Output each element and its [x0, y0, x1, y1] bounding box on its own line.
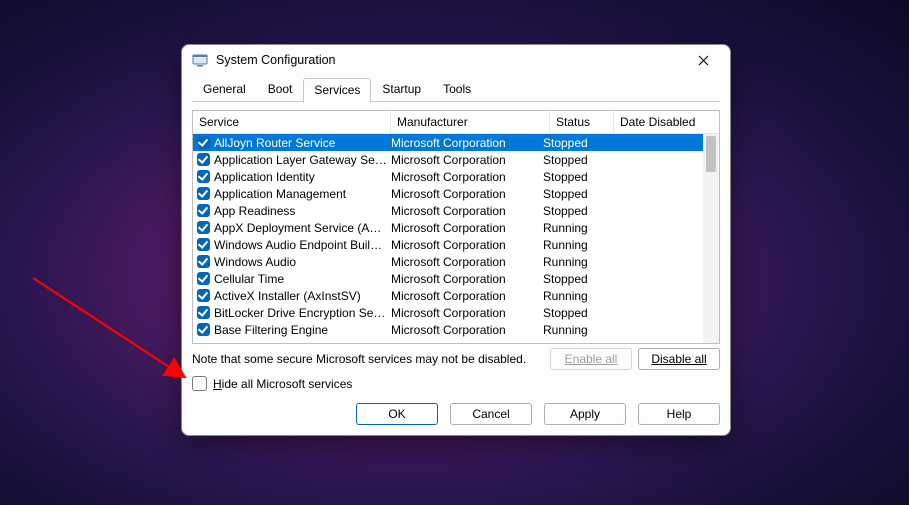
tab-services[interactable]: Services [303, 78, 371, 103]
apply-button[interactable]: Apply [544, 403, 626, 425]
service-manufacturer: Microsoft Corporation [391, 187, 543, 201]
service-manufacturer: Microsoft Corporation [391, 136, 543, 150]
annotation-arrow [25, 270, 205, 390]
enable-all-button[interactable]: Enable all [550, 348, 632, 370]
service-manufacturer: Microsoft Corporation [391, 170, 543, 184]
tab-content: Service Manufacturer Status Date Disable… [182, 102, 730, 397]
close-icon [698, 55, 709, 66]
service-status: Stopped [543, 204, 600, 218]
hide-ms-services-checkbox[interactable] [192, 376, 207, 391]
service-status: Stopped [543, 306, 600, 320]
service-name: AppX Deployment Service (AppX... [214, 221, 391, 235]
services-list: Service Manufacturer Status Date Disable… [192, 110, 720, 344]
service-manufacturer: Microsoft Corporation [391, 153, 543, 167]
service-checkbox[interactable] [197, 272, 210, 285]
service-status: Running [543, 323, 600, 337]
service-status: Running [543, 289, 600, 303]
service-name: Application Layer Gateway Service [214, 153, 391, 167]
service-status: Running [543, 255, 600, 269]
service-checkbox[interactable] [197, 306, 210, 319]
service-row[interactable]: Base Filtering EngineMicrosoft Corporati… [193, 321, 719, 338]
col-header-service[interactable]: Service [193, 111, 391, 133]
disable-all-button[interactable]: Disable all [638, 348, 720, 370]
service-name: App Readiness [214, 204, 391, 218]
service-row[interactable]: AppX Deployment Service (AppX...Microsof… [193, 219, 719, 236]
service-manufacturer: Microsoft Corporation [391, 221, 543, 235]
window-title: System Configuration [216, 53, 682, 67]
col-header-manufacturer[interactable]: Manufacturer [391, 111, 550, 133]
service-status: Running [543, 238, 600, 252]
service-status: Stopped [543, 272, 600, 286]
service-checkbox[interactable] [197, 170, 210, 183]
service-manufacturer: Microsoft Corporation [391, 238, 543, 252]
service-name: BitLocker Drive Encryption Service [214, 306, 391, 320]
service-row[interactable]: Cellular TimeMicrosoft CorporationStoppe… [193, 270, 719, 287]
ok-button[interactable]: OK [356, 403, 438, 425]
service-row[interactable]: BitLocker Drive Encryption ServiceMicros… [193, 304, 719, 321]
service-status: Stopped [543, 153, 600, 167]
service-status: Stopped [543, 170, 600, 184]
service-name: ActiveX Installer (AxInstSV) [214, 289, 391, 303]
system-configuration-dialog: System Configuration General Boot Servic… [181, 44, 731, 436]
service-manufacturer: Microsoft Corporation [391, 289, 543, 303]
below-list-row: Note that some secure Microsoft services… [192, 348, 720, 370]
hide-ms-services-row: Hide all Microsoft services [192, 376, 720, 391]
dialog-button-row: OK Cancel Apply Help [182, 397, 730, 435]
service-manufacturer: Microsoft Corporation [391, 306, 543, 320]
service-checkbox[interactable] [197, 238, 210, 251]
service-name: Cellular Time [214, 272, 391, 286]
col-header-date-disabled[interactable]: Date Disabled [614, 111, 719, 133]
service-checkbox[interactable] [197, 187, 210, 200]
service-checkbox[interactable] [197, 289, 210, 302]
service-status: Stopped [543, 187, 600, 201]
service-status: Stopped [543, 136, 600, 150]
service-name: Application Identity [214, 170, 391, 184]
tab-strip: General Boot Services Startup Tools [182, 77, 730, 102]
service-manufacturer: Microsoft Corporation [391, 204, 543, 218]
service-checkbox[interactable] [197, 153, 210, 166]
tab-boot[interactable]: Boot [257, 77, 304, 102]
scrollbar-thumb[interactable] [706, 136, 716, 172]
service-manufacturer: Microsoft Corporation [391, 255, 543, 269]
disabled-services-note: Note that some secure Microsoft services… [192, 352, 544, 366]
service-row[interactable]: Windows AudioMicrosoft CorporationRunnin… [193, 253, 719, 270]
service-name: AllJoyn Router Service [214, 136, 391, 150]
list-header: Service Manufacturer Status Date Disable… [193, 111, 719, 134]
service-name: Windows Audio [214, 255, 391, 269]
close-button[interactable] [682, 46, 724, 74]
service-checkbox[interactable] [197, 323, 210, 336]
service-row[interactable]: Application IdentityMicrosoft Corporatio… [193, 168, 719, 185]
service-checkbox[interactable] [197, 204, 210, 217]
col-header-status[interactable]: Status [550, 111, 614, 133]
tab-tools[interactable]: Tools [432, 77, 482, 102]
service-manufacturer: Microsoft Corporation [391, 323, 543, 337]
service-row[interactable]: App ReadinessMicrosoft CorporationStoppe… [193, 202, 719, 219]
tab-general[interactable]: General [192, 77, 257, 102]
service-name: Application Management [214, 187, 391, 201]
help-button[interactable]: Help [638, 403, 720, 425]
vertical-scrollbar[interactable] [703, 134, 719, 343]
app-icon [192, 52, 208, 68]
service-manufacturer: Microsoft Corporation [391, 272, 543, 286]
service-row[interactable]: AllJoyn Router ServiceMicrosoft Corporat… [193, 134, 719, 151]
service-row[interactable]: Application Layer Gateway ServiceMicroso… [193, 151, 719, 168]
tab-startup[interactable]: Startup [371, 77, 432, 102]
service-row[interactable]: Windows Audio Endpoint BuilderMicrosoft … [193, 236, 719, 253]
service-row[interactable]: Application ManagementMicrosoft Corporat… [193, 185, 719, 202]
cancel-button[interactable]: Cancel [450, 403, 532, 425]
service-status: Running [543, 221, 600, 235]
list-body[interactable]: AllJoyn Router ServiceMicrosoft Corporat… [193, 134, 719, 343]
hide-ms-services-label: Hide all Microsoft services [213, 377, 352, 391]
service-checkbox[interactable] [197, 136, 210, 149]
titlebar: System Configuration [182, 45, 730, 75]
service-row[interactable]: ActiveX Installer (AxInstSV)Microsoft Co… [193, 287, 719, 304]
service-name: Windows Audio Endpoint Builder [214, 238, 391, 252]
service-name: Base Filtering Engine [214, 323, 391, 337]
service-checkbox[interactable] [197, 255, 210, 268]
service-checkbox[interactable] [197, 221, 210, 234]
